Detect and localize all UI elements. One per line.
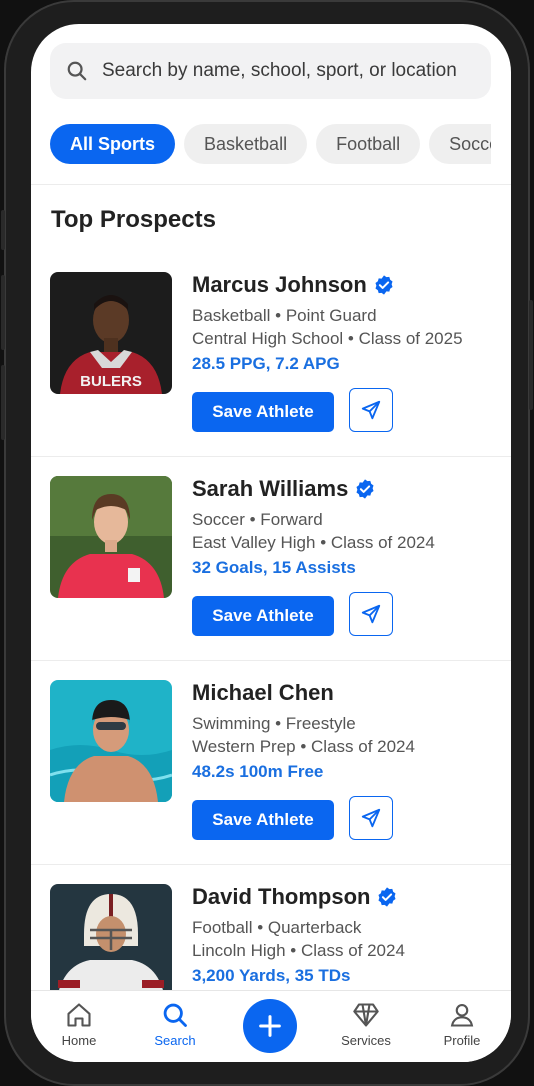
phone-frame: All SportsBasketballFootballSoccer Top P… (1, 0, 533, 1086)
plus-icon (259, 1015, 281, 1037)
send-icon (361, 400, 381, 420)
athlete-card: Michael Chen Swimming • Freestyle Wester… (31, 664, 511, 868)
card-divider (31, 660, 511, 661)
chip-football[interactable]: Football (316, 124, 421, 164)
chip-all-sports[interactable]: All Sports (50, 124, 176, 164)
nav-search[interactable]: Search (135, 1001, 215, 1048)
nav-profile-label: Profile (443, 1033, 481, 1048)
nav-services[interactable]: Services (326, 1001, 406, 1048)
verified-badge-icon (356, 479, 374, 499)
nav-services-label: Services (341, 1033, 391, 1048)
athlete-school-class: Lincoln High • Class of 2024 (192, 941, 405, 960)
athlete-name[interactable]: Marcus Johnson (192, 272, 367, 298)
athlete-sport-position: Soccer • Forward (192, 510, 323, 529)
search-bar[interactable] (50, 43, 491, 99)
send-message-button[interactable] (349, 592, 393, 636)
mute-switch (1, 210, 5, 250)
save-athlete-button[interactable]: Save Athlete (192, 596, 334, 636)
power-button (529, 300, 533, 410)
save-athlete-button[interactable]: Save Athlete (192, 392, 334, 432)
profile-icon (450, 1004, 474, 1027)
athlete-photo[interactable] (50, 884, 172, 1006)
send-icon (361, 604, 381, 624)
card-divider (31, 864, 511, 865)
athlete-card: Sarah Williams Soccer • Forward East Val… (31, 460, 511, 664)
search-input[interactable] (101, 60, 491, 82)
athlete-photo[interactable]: BULERS (50, 272, 172, 394)
send-icon (361, 808, 381, 828)
athlete-stats: 28.5 PPG, 7.2 APG (192, 354, 340, 373)
save-athlete-button[interactable]: Save Athlete (192, 800, 334, 840)
add-button[interactable] (243, 999, 297, 1053)
jersey-lettering: BULERS (80, 373, 142, 390)
app-screen: All SportsBasketballFootballSoccer Top P… (31, 24, 511, 1062)
sport-filter-chips: All SportsBasketballFootballSoccer (50, 124, 491, 164)
athlete-school-class: Western Prep • Class of 2024 (192, 737, 415, 756)
nav-home[interactable]: Home (39, 1001, 119, 1048)
athlete-sport-position: Basketball • Point Guard (192, 306, 377, 325)
athlete-photo[interactable] (50, 476, 172, 598)
section-title: Top Prospects (51, 206, 216, 233)
verified-badge-icon (375, 275, 393, 295)
bottom-nav: Home Search Services Profile (31, 990, 511, 1062)
diamond-icon (353, 1003, 379, 1027)
nav-home-label: Home (61, 1033, 97, 1048)
athlete-name[interactable]: Michael Chen (192, 680, 334, 706)
athlete-name[interactable]: David Thompson (192, 884, 370, 910)
nav-search-label: Search (154, 1033, 196, 1048)
chip-basketball[interactable]: Basketball (184, 124, 308, 164)
home-icon (67, 1003, 91, 1027)
athlete-stats: 48.2s 100m Free (192, 762, 324, 781)
header-divider (31, 184, 511, 185)
volume-up-button (1, 275, 5, 350)
athlete-stats: 3,200 Yards, 35 TDs (192, 966, 351, 985)
send-message-button[interactable] (349, 388, 393, 432)
athlete-photo[interactable] (50, 680, 172, 802)
athlete-sport-position: Football • Quarterback (192, 918, 362, 937)
athlete-school-class: Central High School • Class of 2025 (192, 329, 463, 348)
athlete-card: BULERS Marcus Johnson Basketball • Point… (31, 256, 511, 460)
athlete-sport-position: Swimming • Freestyle (192, 714, 356, 733)
athlete-stats: 32 Goals, 15 Assists (192, 558, 356, 577)
search-icon (163, 1003, 187, 1027)
verified-badge-icon (378, 887, 396, 907)
athlete-school-class: East Valley High • Class of 2024 (192, 533, 435, 552)
send-message-button[interactable] (349, 796, 393, 840)
athlete-name[interactable]: Sarah Williams (192, 476, 348, 502)
card-divider (31, 456, 511, 457)
search-icon (67, 61, 87, 81)
volume-down-button (1, 365, 5, 440)
nav-profile[interactable]: Profile (422, 1001, 502, 1048)
chip-soccer[interactable]: Soccer (429, 124, 491, 164)
